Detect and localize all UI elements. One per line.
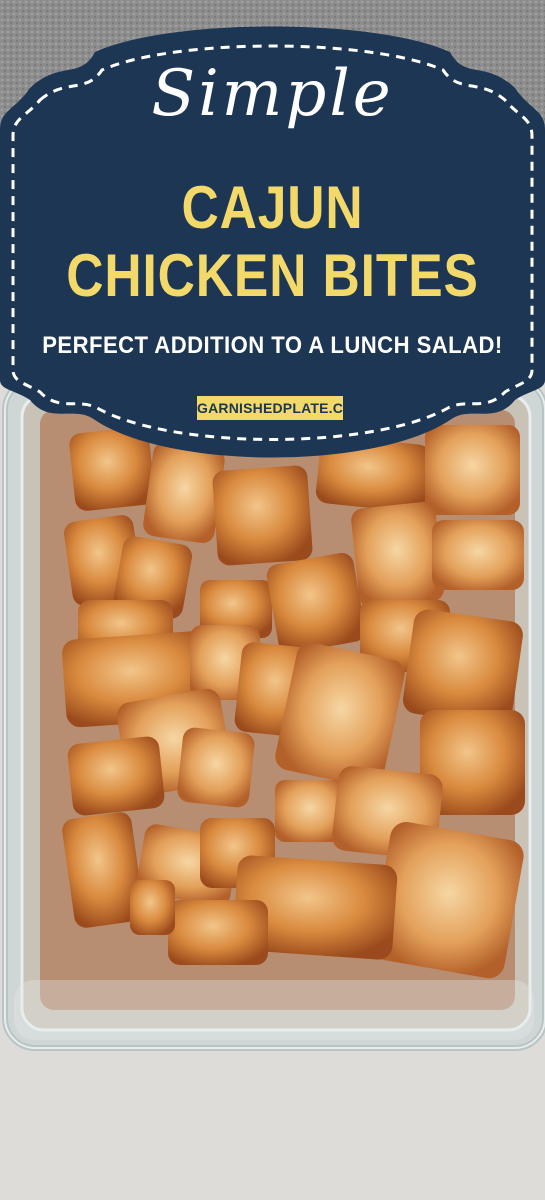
script-title: Simple: [151, 57, 394, 131]
site-badge: GARNISHEDPLATE.COM: [197, 396, 366, 420]
headline-line-1: CAJUN: [181, 174, 364, 241]
tagline: PERFECT ADDITION TO A LUNCH SALAD!: [42, 332, 503, 359]
title-banner: Simple CAJUN CHICKEN BITES PERFECT ADDIT…: [0, 0, 545, 470]
headline-line-2: CHICKEN BITES: [66, 242, 479, 309]
